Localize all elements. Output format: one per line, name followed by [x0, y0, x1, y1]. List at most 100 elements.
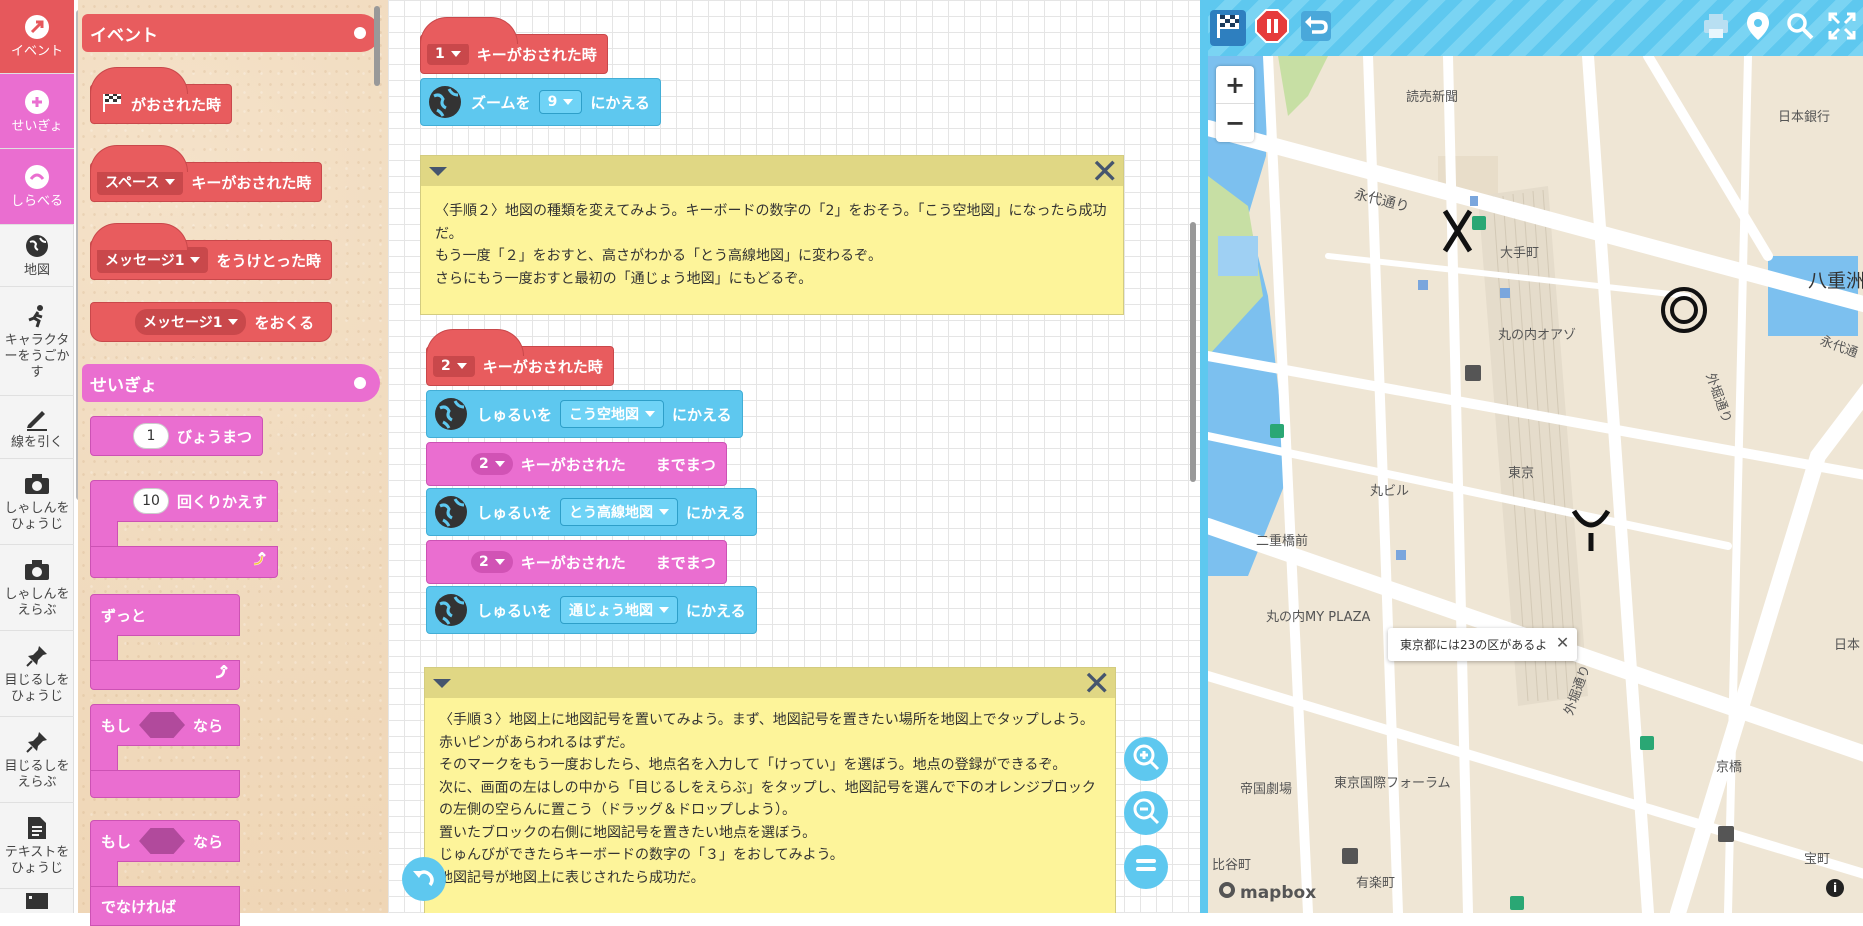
set-map-type-block-3[interactable]: しゅるいを 通じょう地図 にかえる [426, 586, 757, 634]
block-text: ズームを [471, 93, 531, 112]
category-show-photo[interactable]: しゃしんをひょうじ [0, 459, 74, 545]
key-dropdown[interactable]: 2 [471, 551, 513, 573]
collapse-triangle-icon[interactable] [429, 167, 447, 176]
flag-arrow-icon [23, 13, 51, 41]
map-graphic [1208, 50, 1863, 913]
category-choose-photo[interactable]: しゃしんをえらぶ [0, 545, 74, 631]
note-header[interactable]: ✕ [425, 667, 1115, 701]
category-character[interactable]: キャラクターをうごかす [0, 287, 74, 396]
event-header-label: イベント [90, 25, 158, 46]
category-video[interactable] [0, 889, 74, 913]
key-pressed-hat-2[interactable]: 2 キーがおされた時 [426, 329, 614, 386]
zoom-out-button[interactable] [1124, 791, 1168, 835]
set-map-type-block-2[interactable]: しゅるいを とう高線地図 にかえる [426, 488, 757, 536]
repeat-count-input[interactable]: 10 [133, 488, 169, 514]
globe-icon [433, 494, 469, 530]
send-message-block[interactable]: メッセージ1 をおくる [90, 302, 332, 342]
control-icon [23, 88, 51, 116]
map-zoom-control: + − [1216, 66, 1254, 142]
map-type-dropdown[interactable]: 通じょう地図 [560, 596, 679, 624]
green-flag-button[interactable] [1210, 10, 1246, 46]
key-dropdown[interactable]: 1 [427, 43, 469, 65]
map-type-dropdown[interactable]: とう高線地図 [560, 498, 679, 526]
category-event[interactable]: イベント [0, 0, 74, 74]
category-control[interactable]: せいぎょ [0, 74, 74, 149]
map-label: 東京国際フォーラム [1334, 776, 1451, 791]
workspace-scrollbar[interactable] [1190, 222, 1196, 482]
key-dropdown[interactable]: 2 [433, 355, 475, 377]
map-canvas[interactable] [1208, 50, 1863, 913]
category-show-marker[interactable]: 目じるしをひょうじ [0, 631, 74, 717]
key-pressed-hat-1[interactable]: 1 キーがおされた時 [420, 17, 608, 74]
if-else-block[interactable]: もし なら [90, 820, 240, 862]
repeat-block[interactable]: 10 回くりかえす [90, 480, 279, 522]
category-show-text[interactable]: テキストをひょうじ [0, 803, 74, 889]
close-icon[interactable]: ✕ [1083, 667, 1112, 701]
mapbox-icon [1218, 881, 1236, 904]
location-button[interactable] [1740, 10, 1776, 46]
key-dropdown-value: 2 [479, 554, 489, 570]
key-dropdown[interactable]: 2 [471, 453, 513, 475]
popup-close-icon[interactable]: ✕ [1556, 633, 1569, 652]
info-icon[interactable]: i [1826, 879, 1844, 897]
map-popup: 東京都には23の区があるよ ✕ [1388, 628, 1578, 661]
message-dropdown[interactable]: メッセージ1 [97, 247, 209, 273]
category-map[interactable]: 地図 [0, 225, 74, 287]
close-icon[interactable]: ✕ [1091, 155, 1120, 189]
condition-slot[interactable] [139, 712, 186, 738]
block-text: にかえる [686, 601, 746, 620]
mapbox-logo[interactable]: mapbox [1218, 881, 1316, 904]
else-section: でなければ [90, 886, 240, 926]
map-zoom-out-button[interactable]: − [1216, 104, 1254, 142]
note-header[interactable]: ✕ [421, 155, 1123, 189]
pushpin-icon [23, 728, 51, 756]
zoom-in-button[interactable] [1124, 737, 1168, 781]
reset-button[interactable] [1298, 10, 1334, 46]
wait-until-key-block-2[interactable]: 2 キーがおされた までまつ [426, 540, 727, 584]
print-button[interactable] [1698, 10, 1734, 46]
message-received-block[interactable]: メッセージ1 をうけとった時 [90, 223, 333, 280]
map-type-value: 通じょう地図 [569, 603, 654, 619]
palette-scrollbar[interactable] [374, 6, 380, 86]
category-label: 線を引く [10, 434, 63, 450]
if-block[interactable]: もし なら [90, 704, 240, 746]
zoom-out-icon [1131, 796, 1161, 830]
category-sensing[interactable]: しらべる [0, 149, 74, 225]
map-label: 丸の内MY PLAZA [1266, 610, 1371, 625]
search-icon [1785, 11, 1815, 45]
repeat-block-foot [90, 546, 278, 578]
block-text: 回くりかえす [177, 492, 268, 511]
key-dropdown[interactable]: スペース [97, 169, 184, 195]
category-choose-marker[interactable]: 目じるしをえらぶ [0, 717, 74, 803]
instruction-note-2[interactable]: ✕ 〈手順３〉地図上に地図記号を置いてみよう。まず、地図記号を置きたい場所を地図… [424, 667, 1116, 913]
set-map-type-block-1[interactable]: しゅるいを こう空地図 にかえる [426, 390, 743, 438]
condition-slot[interactable] [139, 828, 186, 854]
map-label: 日本 [1834, 638, 1861, 653]
wait-seconds-block[interactable]: 1 びょうまつ [90, 416, 264, 456]
note-line: 〈手順２〉地図の種類を変えてみよう。キーボードの数字の「2」をおそう。「こう空地… [435, 203, 1107, 242]
key-pressed-block[interactable]: スペース キーがおされた時 [90, 145, 323, 202]
camera-icon [23, 556, 51, 584]
zoom-reset-button[interactable] [1124, 845, 1168, 889]
message-dropdown[interactable]: メッセージ1 [135, 309, 247, 335]
stop-button[interactable] [1254, 9, 1290, 46]
caret-down-icon [165, 179, 176, 185]
control-category-header: せいぎょ [82, 364, 380, 402]
forever-block[interactable]: ずっと [90, 594, 240, 636]
repeat-block-arm [90, 521, 118, 547]
collapse-triangle-icon[interactable] [433, 679, 451, 688]
flag-clicked-block[interactable]: がおされた時 [90, 67, 233, 124]
search-button[interactable] [1782, 10, 1818, 46]
fullscreen-button[interactable] [1824, 10, 1860, 46]
wait-until-key-block-1[interactable]: 2 キーがおされた までまつ [426, 442, 727, 486]
map-type-dropdown[interactable]: こう空地図 [560, 400, 665, 428]
instruction-note-1[interactable]: ✕ 〈手順２〉地図の種類を変えてみよう。キーボードの数字の「2」をおそう。「こう… [420, 155, 1124, 315]
zoom-dropdown[interactable]: 9 [538, 90, 583, 114]
document-icon [23, 814, 51, 842]
wait-seconds-input[interactable]: 1 [133, 423, 169, 449]
set-zoom-block[interactable]: ズームを 9 にかえる [420, 78, 661, 126]
map-zoom-in-button[interactable]: + [1216, 66, 1254, 104]
undo-button[interactable] [402, 857, 446, 901]
block-text: までまつ [655, 553, 716, 572]
category-draw-line[interactable]: 線を引く [0, 396, 74, 459]
